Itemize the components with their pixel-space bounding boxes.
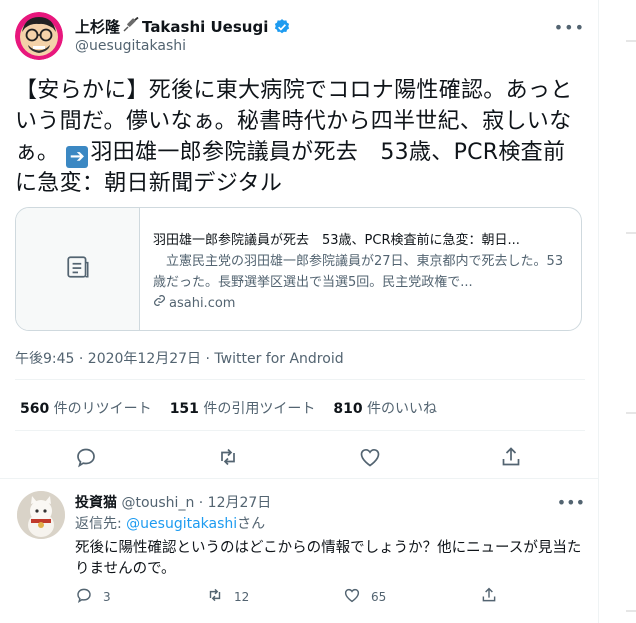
- share-icon: [480, 586, 498, 607]
- like-icon[interactable]: [358, 445, 382, 469]
- retweet-count-value: 560: [20, 401, 50, 417]
- author-name-text: 上杉隆: [75, 18, 121, 36]
- verified-icon: [273, 18, 291, 36]
- tweet-stats: 560 件のリツイート 151 件の引用ツイート 810 件のいいね: [20, 398, 455, 418]
- reply-reply-count: 3: [103, 589, 111, 604]
- replying-to: 返信先: @uesugitakashiさん: [75, 513, 265, 533]
- like-count-label: 件のいいね: [362, 401, 438, 417]
- card-text: 羽田雄一郎参院議員が死去 53歳、PCR検査前に急変：朝日... 立憲民主党の羽…: [153, 230, 573, 314]
- reply-like-count: 65: [371, 589, 387, 604]
- reply-share-button[interactable]: [480, 586, 498, 607]
- arrow-right-icon: ➔: [66, 146, 89, 168]
- author-handle[interactable]: @uesugitakashi: [75, 38, 186, 54]
- replying-mention[interactable]: @uesugitakashi: [126, 516, 237, 532]
- card-title: 羽田雄一郎参院議員が死去 53歳、PCR検査前に急変：朝日...: [153, 233, 520, 248]
- author-name[interactable]: 上杉隆 Takashi Uesugi: [75, 16, 291, 37]
- like-count[interactable]: 810 件のいいね: [333, 398, 437, 418]
- retweet-icon: [206, 586, 224, 607]
- document-icon: [65, 254, 91, 284]
- share-icon[interactable]: [499, 445, 523, 469]
- reply-date[interactable]: 12月27日: [208, 495, 272, 511]
- link-icon: [153, 293, 166, 314]
- article-thumbnail: [16, 208, 140, 330]
- more-options-icon[interactable]: •••: [554, 18, 585, 37]
- quote-count-label: 件の引用ツイート: [198, 401, 316, 417]
- tweet-header: 上杉隆 Takashi Uesugi @uesugitakashi •••: [15, 12, 585, 62]
- reply-icon: [75, 586, 93, 607]
- reply-dot-separator: ·: [198, 495, 204, 511]
- reply-text: 死後に陽性確認というのはどこからの情報でしょうか？他にニュースが見当たりませんの…: [75, 540, 582, 577]
- divider: [0, 478, 598, 479]
- reply-author-handle[interactable]: @toushi_n: [121, 495, 194, 511]
- replying-prefix: 返信先:: [75, 516, 127, 532]
- reply-reply-button[interactable]: 3: [75, 586, 111, 607]
- reply-icon[interactable]: [74, 445, 98, 469]
- divider: [15, 379, 585, 380]
- reply-header: 投資猫 @toushi_n · 12月27日: [75, 492, 271, 512]
- retweet-count-label: 件のリツイート: [49, 401, 152, 417]
- replying-suffix: さん: [237, 516, 266, 532]
- tweet-text-link: 羽田雄一郎参院議員が死去 53歳、PCR検査前に急変：朝日新聞デジタル: [15, 140, 566, 196]
- syringe-icon: [122, 16, 140, 37]
- author-name-suffix: Takashi Uesugi: [142, 17, 269, 36]
- reply-retweet-button[interactable]: 12: [206, 586, 249, 607]
- reply-avatar[interactable]: [17, 491, 65, 539]
- scrollbar-track[interactable]: [626, 0, 636, 623]
- avatar[interactable]: [15, 12, 63, 60]
- tweet-text: 【安らかに】死後に東大病院でコロナ陽性確認。あっという間だ。儚いなぁ。秘書時代か…: [15, 75, 580, 199]
- reply-tweet[interactable]: 投資猫 @toushi_n · 12月27日 ••• 返信先: @uesugit…: [0, 484, 598, 623]
- like-count-value: 810: [333, 401, 363, 417]
- link-card[interactable]: 羽田雄一郎参院議員が死去 53歳、PCR検査前に急変：朝日... 立憲民主党の羽…: [15, 207, 582, 331]
- tweet-timestamp[interactable]: 午後9:45 · 2020年12月27日 · Twitter for Andro…: [15, 348, 344, 368]
- reply-retweet-count: 12: [234, 589, 250, 604]
- tweet-actions: [0, 442, 598, 472]
- card-domain: asahi.com: [153, 293, 573, 314]
- quote-count-value: 151: [169, 401, 199, 417]
- quote-count[interactable]: 151 件の引用ツイート: [170, 398, 316, 418]
- retweet-icon[interactable]: [216, 445, 240, 469]
- like-icon: [343, 586, 361, 607]
- retweet-count[interactable]: 560 件のリツイート: [20, 398, 152, 418]
- card-domain-text: asahi.com: [169, 296, 236, 311]
- divider: [15, 430, 585, 431]
- timeline-border: [598, 0, 599, 623]
- card-description: 立憲民主党の羽田雄一郎参院議員が27日、東京都内で死去した。53歳だった。長野選…: [153, 254, 564, 290]
- reply-like-button[interactable]: 65: [343, 586, 386, 607]
- more-options-icon[interactable]: •••: [557, 493, 585, 512]
- reply-actions: 3 12 65: [75, 584, 575, 608]
- reply-author-name[interactable]: 投資猫: [75, 495, 117, 511]
